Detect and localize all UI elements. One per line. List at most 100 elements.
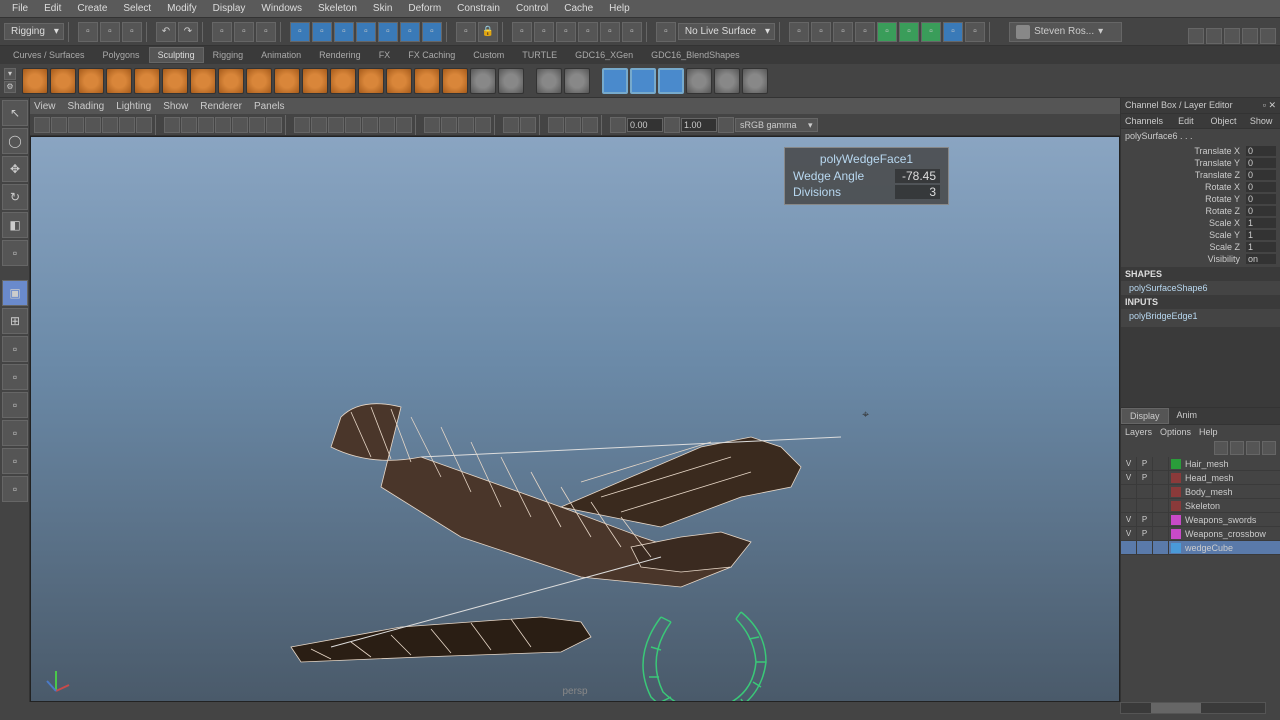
construction-history-icon[interactable]: ▫ [456, 22, 476, 42]
menu-select[interactable]: Select [115, 3, 159, 14]
cb-object-name[interactable]: polySurface6 . . . [1121, 129, 1280, 143]
shelf-tab-fx[interactable]: FX [370, 47, 400, 63]
layout-7-icon[interactable]: ▫ [921, 22, 941, 42]
vp-gamma-icon[interactable] [664, 117, 680, 133]
layer-type-toggle[interactable] [1153, 541, 1169, 554]
vp-btn-24-icon[interactable] [458, 117, 474, 133]
layer-playback-toggle[interactable]: P [1137, 513, 1153, 526]
vp-btn-12-icon[interactable] [232, 117, 248, 133]
hypershade-icon[interactable]: ▫ [578, 22, 598, 42]
menu-modify[interactable]: Modify [159, 3, 204, 14]
shelf-edit-icon[interactable]: ⚙ [4, 81, 16, 93]
vp-btn-8-icon[interactable] [164, 117, 180, 133]
cb-input-item[interactable]: polyBridgeEdge1 [1121, 309, 1280, 323]
layout-9-icon[interactable]: ▫ [965, 22, 985, 42]
workspace-icon-4[interactable] [1242, 28, 1258, 44]
layer-type-toggle[interactable] [1153, 485, 1169, 498]
layer-menu-help[interactable]: Help [1199, 427, 1218, 437]
shelf-tab-blend[interactable]: GDC16_BlendShapes [642, 47, 749, 63]
open-scene-icon[interactable]: ▫ [100, 22, 120, 42]
shelf-tab-fxcaching[interactable]: FX Caching [399, 47, 464, 63]
layer-color-swatch[interactable] [1171, 459, 1181, 469]
vp-colorspace-dropdown[interactable]: sRGB gamma [735, 118, 818, 132]
sculpt-falloff-2-icon[interactable] [564, 68, 590, 94]
vp-btn-7-icon[interactable] [136, 117, 152, 133]
shelf-menu-icon[interactable]: ▾ [4, 68, 16, 80]
sculpt-brush-12-icon[interactable] [330, 68, 356, 94]
layer-type-toggle[interactable] [1153, 457, 1169, 470]
vp-colormgmt-icon[interactable] [718, 117, 734, 133]
vp-menu-renderer[interactable]: Renderer [200, 101, 242, 112]
shelf-tab-rigging[interactable]: Rigging [204, 47, 253, 63]
layer-vis-toggle[interactable]: V [1121, 457, 1137, 470]
vp-btn-16-icon[interactable] [311, 117, 327, 133]
layer-menu-layers[interactable]: Layers [1125, 427, 1152, 437]
scale-tool-icon[interactable]: ◧ [2, 212, 28, 238]
layout-8-icon[interactable]: ▫ [943, 22, 963, 42]
new-scene-icon[interactable]: ▫ [78, 22, 98, 42]
shelf-tab-xgen[interactable]: GDC16_XGen [566, 47, 642, 63]
sculpt-brush-5-icon[interactable] [134, 68, 160, 94]
vp-menu-view[interactable]: View [34, 101, 56, 112]
sculpt-sym-1-icon[interactable] [602, 68, 628, 94]
shelf-tab-polygons[interactable]: Polygons [94, 47, 149, 63]
layer-move-down-icon[interactable] [1230, 441, 1244, 455]
vp-menu-lighting[interactable]: Lighting [116, 101, 151, 112]
layer-row[interactable]: VPWeapons_swords [1121, 513, 1280, 527]
snap-curve-icon[interactable]: ▫ [312, 22, 332, 42]
menu-help[interactable]: Help [601, 3, 638, 14]
sculpt-brush-14-icon[interactable] [386, 68, 412, 94]
layer-playback-toggle[interactable] [1137, 485, 1153, 498]
vp-btn-15-icon[interactable] [294, 117, 310, 133]
layout-custom5-icon[interactable]: ▫ [2, 448, 28, 474]
shelf-tab-rendering[interactable]: Rendering [310, 47, 370, 63]
layer-vis-toggle[interactable] [1121, 541, 1137, 554]
layer-row[interactable]: Skeleton [1121, 499, 1280, 513]
menu-cache[interactable]: Cache [556, 3, 601, 14]
live-surface-toggle-icon[interactable]: ▫ [656, 22, 676, 42]
sculpt-brush-18-icon[interactable] [498, 68, 524, 94]
layer-playback-toggle[interactable]: P [1137, 527, 1153, 540]
render-view-icon[interactable]: ▫ [600, 22, 620, 42]
cb-tab-show[interactable]: Show [1242, 114, 1280, 128]
snap-view-icon[interactable]: ▫ [400, 22, 420, 42]
layer-row[interactable]: VPHair_mesh [1121, 457, 1280, 471]
snap-plane-icon[interactable]: ▫ [356, 22, 376, 42]
sculpt-wire-icon[interactable] [714, 68, 740, 94]
layout-1-icon[interactable]: ▫ [789, 22, 809, 42]
wedge-angle-value[interactable]: -78.45 [895, 169, 940, 183]
paint-select-icon[interactable]: ▫ [256, 22, 276, 42]
attr-value[interactable]: 0 [1246, 206, 1276, 216]
layout-6-icon[interactable]: ▫ [899, 22, 919, 42]
menu-control[interactable]: Control [508, 3, 556, 14]
sculpt-brush-9-icon[interactable] [246, 68, 272, 94]
attr-value[interactable]: 1 [1246, 242, 1276, 252]
vp-btn-14-icon[interactable] [266, 117, 282, 133]
sculpt-sym-3-icon[interactable] [658, 68, 684, 94]
layer-row[interactable]: Body_mesh [1121, 485, 1280, 499]
vp-btn-4-icon[interactable] [85, 117, 101, 133]
layer-color-swatch[interactable] [1171, 543, 1181, 553]
sculpt-sym-2-icon[interactable] [630, 68, 656, 94]
layer-new-selected-icon[interactable] [1262, 441, 1276, 455]
layer-scrollbar[interactable] [1120, 702, 1266, 714]
layout-custom3-icon[interactable]: ▫ [2, 392, 28, 418]
sculpt-brush-6-icon[interactable] [162, 68, 188, 94]
lasso-tool-icon[interactable]: ◯ [2, 128, 28, 154]
sculpt-brush-10-icon[interactable] [274, 68, 300, 94]
layer-vis-toggle[interactable]: V [1121, 527, 1137, 540]
sculpt-brush-4-icon[interactable] [106, 68, 132, 94]
light-icon[interactable]: ▫ [622, 22, 642, 42]
lasso-icon[interactable]: ▫ [234, 22, 254, 42]
shelf-tab-curves[interactable]: Curves / Surfaces [4, 47, 94, 63]
layer-tab-anim[interactable]: Anim [1169, 408, 1206, 424]
vp-btn-10-icon[interactable] [198, 117, 214, 133]
vp-btn-2-icon[interactable] [51, 117, 67, 133]
rotate-tool-icon[interactable]: ↻ [2, 184, 28, 210]
attr-value[interactable]: 0 [1246, 194, 1276, 204]
layer-color-swatch[interactable] [1171, 529, 1181, 539]
outliner-icon[interactable]: ▫ [2, 476, 28, 502]
menu-edit[interactable]: Edit [36, 3, 69, 14]
sculpt-brush-2-icon[interactable] [50, 68, 76, 94]
vp-btn-5-icon[interactable] [102, 117, 118, 133]
